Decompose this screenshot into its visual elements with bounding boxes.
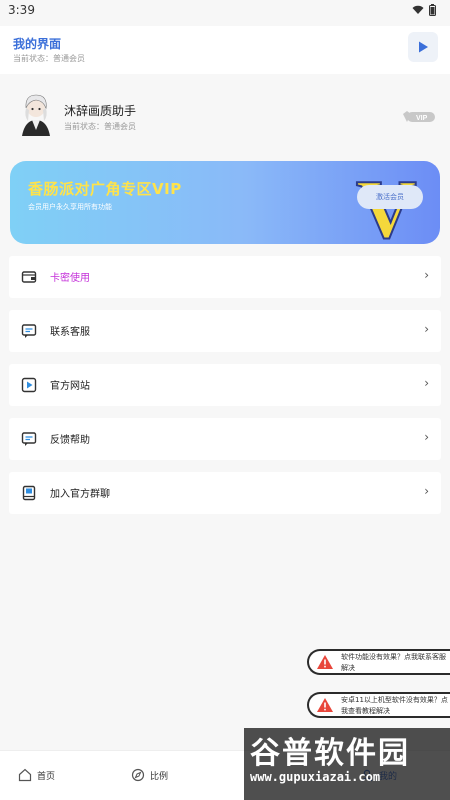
chevron-right-icon: › [424, 376, 429, 390]
menu-item-card-code[interactable]: 卡密使用 › [9, 256, 441, 298]
page-title: 我的界面 [13, 37, 62, 51]
page-subtitle: 当前状态：普通会员 [13, 54, 85, 63]
nav-home-label: 首页 [37, 771, 56, 782]
warning-icon [317, 655, 333, 669]
help-bubble-text: 软件功能没有效果？点我联系客服解决 [341, 653, 446, 672]
profile-name: 沐辞画质助手 [64, 104, 137, 118]
help-bubble-tutorial[interactable]: 安卓11以上机型软件没有效果？点我查看教程解决 [307, 692, 450, 718]
app-header: 我的界面 当前状态：普通会员 [0, 26, 450, 74]
play-icon [419, 41, 428, 53]
play-icon [21, 377, 37, 393]
status-time: 3:39 [8, 3, 35, 17]
chevron-right-icon: › [424, 322, 429, 336]
profile-card: 沐辞画质助手 当前状态：普通会员 [0, 90, 450, 146]
watermark-title: 谷普软件园 [250, 736, 410, 771]
wallet-icon [21, 271, 37, 283]
nav-ratio[interactable]: 比例 [131, 768, 168, 782]
feedback-icon [21, 432, 37, 446]
chevron-right-icon: › [424, 268, 429, 282]
menu-item-join-group[interactable]: 加入官方群聊 › [9, 472, 441, 514]
vip-badge-icon: VIP [403, 111, 435, 122]
help-bubble-text: 安卓11以上机型软件没有效果？点我查看教程解决 [341, 696, 448, 715]
nav-ratio-label: 比例 [150, 771, 169, 782]
warning-icon [317, 698, 333, 712]
menu-item-label: 官方网站 [50, 381, 90, 392]
menu-item-label: 联系客服 [50, 327, 90, 338]
battery-icon [429, 4, 436, 16]
compass-icon [131, 768, 145, 782]
nav-home[interactable]: 首页 [18, 768, 55, 782]
menu-item-label: 卡密使用 [50, 273, 90, 284]
watermark: 谷普软件园 www.gupuxiazai.com [244, 728, 450, 800]
vip-banner-title: 香肠派对广角专区VIP [28, 180, 182, 198]
menu-item-label: 反馈帮助 [50, 435, 90, 446]
menu-item-contact-support[interactable]: 联系客服 › [9, 310, 441, 352]
vip-banner[interactable]: 香肠派对广角专区VIP 会员用户永久享用所有功能 V 激活会员 [10, 161, 440, 244]
help-bubble-support[interactable]: 软件功能没有效果？点我联系客服解决 [307, 649, 450, 675]
avatar[interactable] [17, 90, 55, 138]
vip-banner-subtitle: 会员用户永久享用所有功能 [28, 203, 112, 211]
vip-badge-text: VIP [416, 115, 428, 122]
menu-item-label: 加入官方群聊 [50, 489, 110, 500]
watermark-url: www.gupuxiazai.com [250, 770, 381, 784]
activate-vip-button[interactable]: 激活会员 [357, 185, 423, 209]
book-icon [22, 485, 36, 501]
menu-item-official-site[interactable]: 官方网站 › [9, 364, 441, 406]
status-icons [412, 4, 436, 16]
status-bar: 3:39 [0, 0, 450, 22]
wifi-icon [412, 5, 424, 14]
profile-status: 当前状态：普通会员 [64, 122, 136, 131]
chevron-right-icon: › [424, 430, 429, 444]
chevron-right-icon: › [424, 484, 429, 498]
play-button[interactable] [408, 32, 438, 62]
home-icon [18, 768, 32, 782]
menu-item-feedback[interactable]: 反馈帮助 › [9, 418, 441, 460]
chat-icon [21, 324, 37, 338]
